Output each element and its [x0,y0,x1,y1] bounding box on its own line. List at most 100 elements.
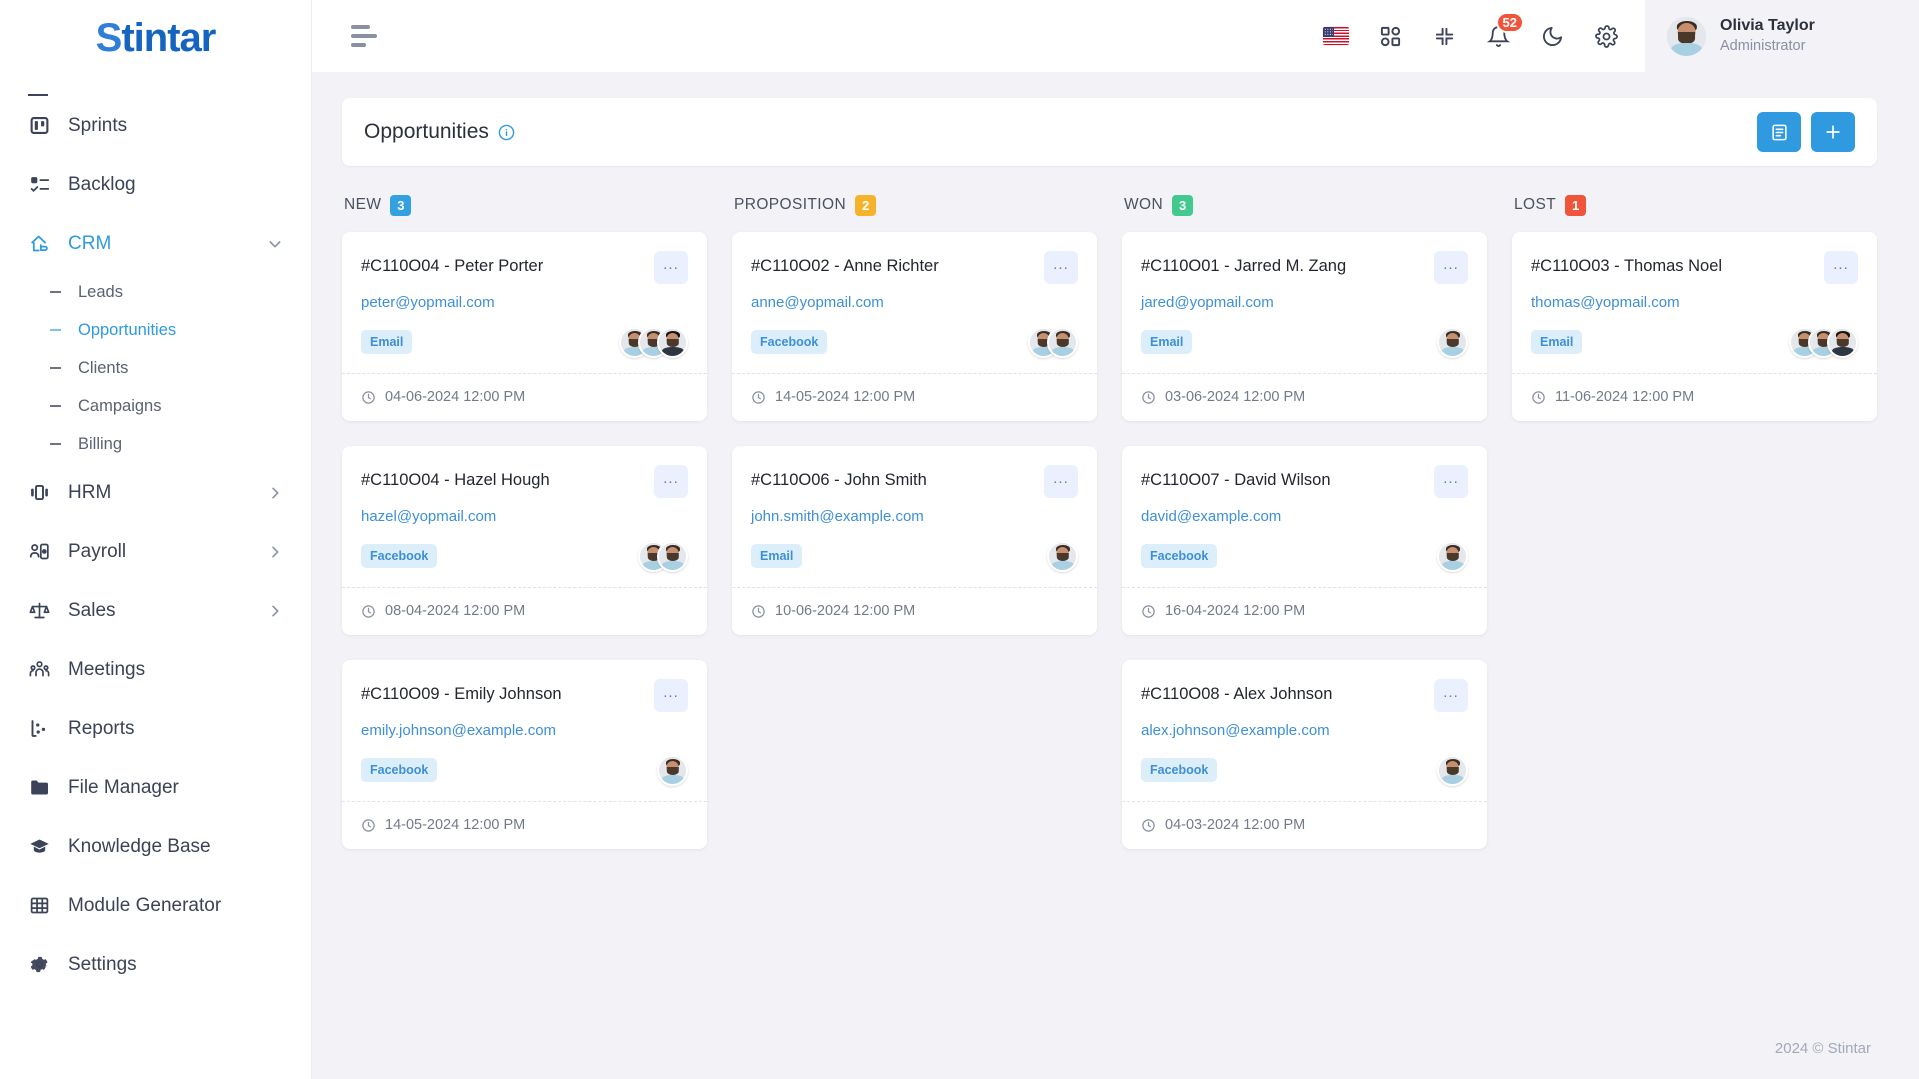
add-opportunity-button[interactable] [1811,112,1855,152]
sidebar-item-label: Module Generator [68,894,222,916]
card-meta-row: Email [1141,325,1468,359]
kanban-column-proposition: PROPOSITION 2 #C110O02 - Anne Richter... an… [732,188,1097,874]
sidebar-item-settings[interactable]: Settings [0,935,311,994]
sidebar-item-file-manager[interactable]: File Manager [0,758,311,817]
opportunity-card[interactable]: #C110O03 - Thomas Noel... thomas@yopmail.… [1512,232,1877,421]
card-email-link[interactable]: john.smith@example.com [751,508,1078,525]
column-header: LOST 1 [1512,188,1877,222]
card-assignees[interactable] [1028,326,1078,358]
people-icon [28,659,50,681]
gear-icon[interactable] [1593,23,1619,49]
card-menu-button[interactable]: ... [1434,251,1468,284]
list-view-button[interactable] [1757,112,1801,152]
opportunity-card[interactable]: #C110O02 - Anne Richter... anne@yopmail.c… [732,232,1097,421]
sidebar-subitem-opportunities[interactable]: Opportunities [0,311,311,349]
chevron-right-icon[interactable] [267,485,283,501]
sidebar-item-meetings[interactable]: Meetings [0,640,311,699]
moon-icon[interactable] [1539,23,1565,49]
card-source-tag: Facebook [1141,758,1218,782]
avatar [657,540,688,572]
sidebar-item-hrm[interactable]: HRM [0,463,311,522]
card-email-link[interactable]: anne@yopmail.com [751,294,1078,311]
opportunity-card[interactable]: #C110O09 - Emily Johnson... emily.johnson… [342,660,707,849]
sidebar-item-knowledge-base[interactable]: Knowledge Base [0,817,311,876]
brand-logo[interactable]: Stintar [0,0,311,76]
kanban-board: NEW 3 #C110O04 - Peter Porter... peter@yopm… [312,166,1919,874]
column-name: PROPOSITION [734,196,847,213]
card-footer: 14-05-2024 12:00 PM [732,373,1097,421]
opportunity-card[interactable]: #C110O07 - David Wilson... david@example.… [1122,446,1487,635]
card-menu-button[interactable]: ... [1434,679,1468,712]
bell-icon[interactable]: 52 [1485,12,1524,49]
chevron-down-icon[interactable] [267,236,283,252]
card-menu-button[interactable]: ... [654,679,688,712]
card-email-link[interactable]: jared@yopmail.com [1141,294,1468,311]
sidebar-item-module-generator[interactable]: Module Generator [0,876,311,935]
card-assignees[interactable] [1437,326,1468,358]
card-assignees[interactable] [1437,754,1468,786]
sidebar-item-sales[interactable]: Sales [0,581,311,640]
card-assignees[interactable] [638,540,688,572]
card-header: #C110O02 - Anne Richter... [751,251,1078,284]
info-circle-icon[interactable] [498,124,515,141]
page-header-card: Opportunities [342,98,1877,166]
card-email-link[interactable]: hazel@yopmail.com [361,508,688,525]
sidebar-subitem-billing[interactable]: Billing [0,425,311,463]
card-body: #C110O09 - Emily Johnson... emily.johnson… [342,660,707,801]
card-assignees[interactable] [1437,540,1468,572]
sidebar-item-reports[interactable]: Reports [0,699,311,758]
card-assignees[interactable] [1047,540,1078,572]
checklist-icon [28,174,50,196]
card-menu-button[interactable]: ... [654,465,688,498]
opportunity-card[interactable]: #C110O06 - John Smith... john.smith@examp… [732,446,1097,635]
card-date: 14-05-2024 12:00 PM [775,389,916,405]
card-email-link[interactable]: david@example.com [1141,508,1468,525]
card-meta-row: Email [1531,325,1858,359]
sidebar-item-sprints[interactable]: Sprints [0,96,311,155]
avatar [1047,326,1078,358]
folder-icon [28,777,50,799]
us-flag-icon[interactable] [1323,23,1349,49]
page-content: Opportunities NEW 3 #C110O04 - Peter Por… [312,72,1919,1017]
column-name: NEW [344,196,382,213]
compress-icon[interactable] [1431,23,1457,49]
card-email-link[interactable]: peter@yopmail.com [361,294,688,311]
card-meta-row: Facebook [751,325,1078,359]
scales-icon [28,600,50,622]
opportunity-card[interactable]: #C110O04 - Peter Porter... peter@yopmail.… [342,232,707,421]
card-menu-button[interactable]: ... [1044,465,1078,498]
card-email-link[interactable]: emily.johnson@example.com [361,722,688,739]
sidebar-subitem-clients[interactable]: Clients [0,349,311,387]
card-title: #C110O02 - Anne Richter [751,257,939,275]
card-assignees[interactable] [657,754,688,786]
sidebar-subitem-leads[interactable]: Leads [0,273,311,311]
opportunity-card[interactable]: #C110O01 - Jarred M. Zang... jared@yopmai… [1122,232,1487,421]
opportunity-card[interactable]: #C110O08 - Alex Johnson... alex.johnson@e… [1122,660,1487,849]
card-date: 04-03-2024 12:00 PM [1165,817,1306,833]
chevron-right-icon[interactable] [267,544,283,560]
avatar [1667,16,1706,56]
avatar [1047,540,1078,572]
card-menu-button[interactable]: ... [654,251,688,284]
sidebar-item-payroll[interactable]: Payroll [0,522,311,581]
card-assignees[interactable] [1789,326,1858,358]
card-menu-button[interactable]: ... [1044,251,1078,284]
card-header: #C110O01 - Jarred M. Zang... [1141,251,1468,284]
board-icon [28,115,50,137]
chevron-right-icon[interactable] [267,603,283,619]
card-menu-button[interactable]: ... [1824,251,1858,284]
card-menu-button[interactable]: ... [1434,465,1468,498]
sidebar-subitem-campaigns[interactable]: Campaigns [0,387,311,425]
opportunity-card[interactable]: #C110O04 - Hazel Hough... hazel@yopmail.c… [342,446,707,635]
sidebar-item-backlog[interactable]: Backlog [0,155,311,214]
apps-grid-icon[interactable] [1377,23,1403,49]
card-body: #C110O04 - Peter Porter... peter@yopmail.… [342,232,707,373]
sidebar-item-crm[interactable]: CRM [0,214,311,273]
card-header: #C110O06 - John Smith... [751,465,1078,498]
card-email-link[interactable]: alex.johnson@example.com [1141,722,1468,739]
hamburger-icon[interactable] [351,25,379,47]
card-title: #C110O08 - Alex Johnson [1141,685,1333,703]
card-email-link[interactable]: thomas@yopmail.com [1531,294,1858,311]
user-profile[interactable]: Olivia Taylor Administrator [1645,0,1919,72]
card-assignees[interactable] [619,326,688,358]
